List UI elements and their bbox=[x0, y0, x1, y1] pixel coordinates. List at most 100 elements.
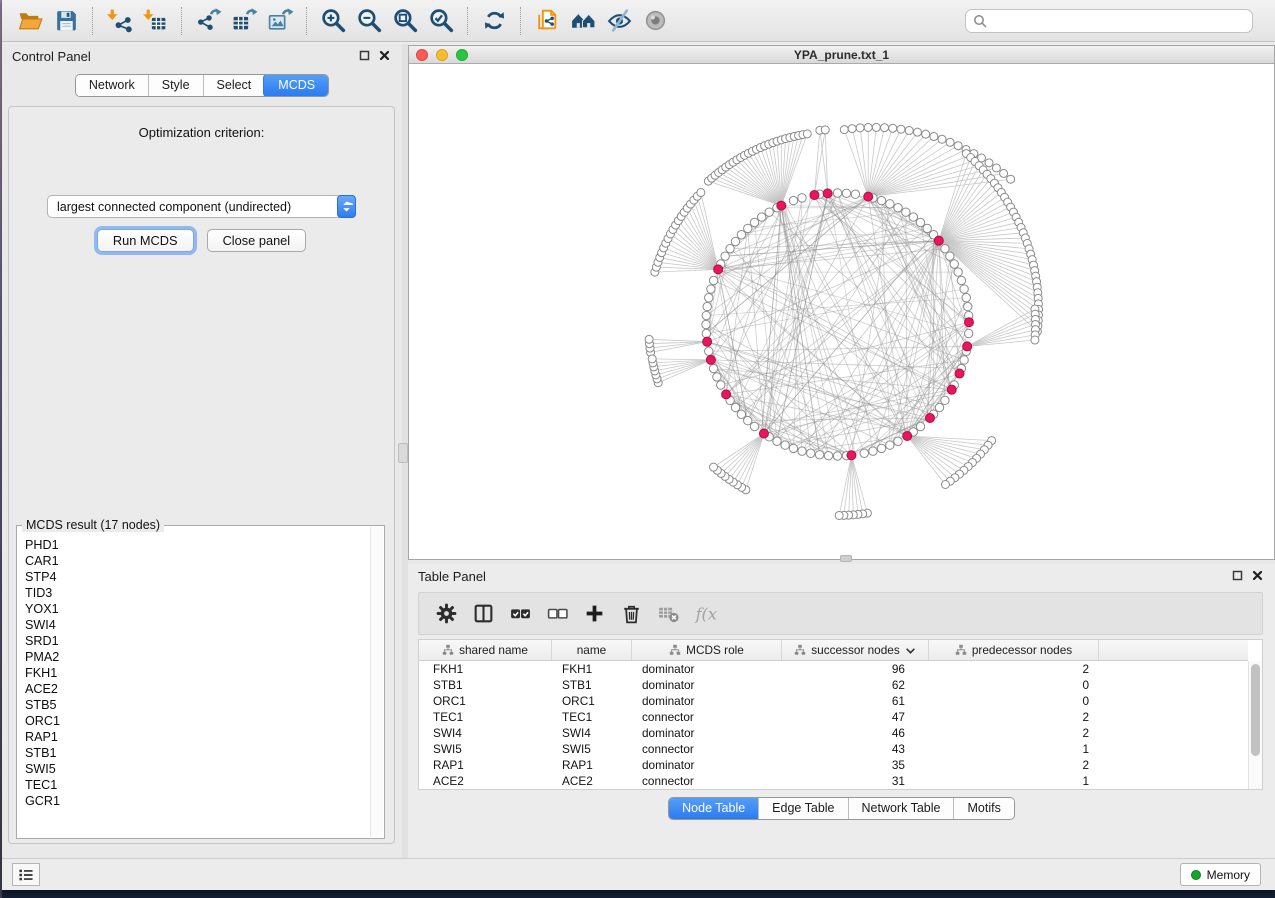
column-header-name[interactable]: name bbox=[552, 640, 632, 660]
delete-columns-button[interactable] bbox=[614, 597, 648, 631]
mcds-result-item[interactable]: STP4 bbox=[25, 569, 369, 585]
column-header-predecessor-nodes[interactable]: predecessor nodes bbox=[929, 640, 1099, 660]
maximize-window-icon[interactable] bbox=[456, 49, 468, 61]
tab-select[interactable]: Select bbox=[203, 75, 265, 96]
open-file-button[interactable] bbox=[14, 5, 46, 37]
search-field[interactable] bbox=[965, 9, 1253, 33]
import-table-from-file-button[interactable] bbox=[139, 5, 171, 37]
mcds-result-item[interactable]: PMA2 bbox=[25, 649, 369, 665]
mcds-list-scrollbar[interactable] bbox=[370, 527, 383, 837]
hide-graphics-details-button[interactable] bbox=[603, 5, 635, 37]
task-history-button[interactable] bbox=[12, 863, 40, 886]
network-window: YPA_prune.txt_1 bbox=[408, 45, 1275, 560]
settings-gear-button[interactable] bbox=[429, 597, 463, 631]
mcds-result-item[interactable]: SRD1 bbox=[25, 633, 369, 649]
table-scrollbar-thumb[interactable] bbox=[1251, 664, 1260, 756]
select-all-rows-button[interactable] bbox=[503, 597, 537, 631]
horizontal-splitter-handle[interactable] bbox=[840, 555, 852, 562]
tab-edge-table[interactable]: Edge Table bbox=[758, 798, 847, 819]
column-header-successor-nodes[interactable]: successor nodes bbox=[782, 640, 929, 660]
mcds-result-item[interactable]: ACE2 bbox=[25, 681, 369, 697]
graph-hub-node[interactable] bbox=[925, 413, 934, 422]
show-columns-button[interactable] bbox=[466, 597, 500, 631]
graph-hub-node[interactable] bbox=[964, 318, 973, 327]
minimize-window-icon[interactable] bbox=[436, 49, 448, 61]
graph-hub-node[interactable] bbox=[706, 355, 715, 364]
zoom-selected-button[interactable] bbox=[425, 5, 457, 37]
graph-hub-node[interactable] bbox=[963, 342, 972, 351]
export-image-button[interactable] bbox=[264, 5, 296, 37]
import-network-from-file-button[interactable] bbox=[103, 5, 135, 37]
mcds-result-item[interactable]: SWI4 bbox=[25, 617, 369, 633]
share-document-button[interactable] bbox=[531, 5, 563, 37]
table-row[interactable]: ACE2ACE2connector311 bbox=[419, 773, 1248, 789]
float-panel-icon[interactable] bbox=[359, 50, 372, 63]
tab-motifs[interactable]: Motifs bbox=[953, 798, 1013, 819]
mcds-result-list[interactable]: PHD1CAR1STP4TID3YOX1SWI4SRD1PMA2FKH1ACE2… bbox=[17, 530, 369, 837]
column-header-MCDS-role[interactable]: MCDS role bbox=[632, 640, 782, 660]
mcds-result-item[interactable]: RAP1 bbox=[25, 729, 369, 745]
export-network-button[interactable] bbox=[192, 5, 224, 37]
zoom-out-button[interactable] bbox=[353, 5, 385, 37]
graph-hub-node[interactable] bbox=[722, 390, 731, 399]
vertical-splitter-handle[interactable] bbox=[398, 443, 408, 463]
refresh-button[interactable] bbox=[478, 5, 510, 37]
mcds-result-item[interactable]: ORC1 bbox=[25, 713, 369, 729]
run-mcds-button[interactable]: Run MCDS bbox=[97, 229, 194, 252]
close-panel-button[interactable]: Close panel bbox=[207, 229, 307, 252]
zoom-fit-button[interactable] bbox=[389, 5, 421, 37]
table-row[interactable]: STB1STB1dominator620 bbox=[419, 677, 1248, 693]
network-window-titlebar[interactable]: YPA_prune.txt_1 bbox=[409, 46, 1274, 64]
table-row[interactable]: RAP1RAP1dominator352 bbox=[419, 757, 1248, 773]
graph-hub-node[interactable] bbox=[810, 191, 819, 200]
mcds-result-item[interactable]: FKH1 bbox=[25, 665, 369, 681]
graph-hub-node[interactable] bbox=[759, 429, 768, 438]
table-row[interactable]: FKH1FKH1dominator962 bbox=[419, 661, 1248, 677]
mcds-result-item[interactable]: SWI5 bbox=[25, 761, 369, 777]
tab-network[interactable]: Network bbox=[76, 75, 148, 96]
show-all-networks-button[interactable] bbox=[567, 5, 599, 37]
table-row[interactable]: SWI5SWI5connector431 bbox=[419, 741, 1248, 757]
graph-hub-node[interactable] bbox=[934, 236, 943, 245]
mcds-result-item[interactable]: YOX1 bbox=[25, 601, 369, 617]
close-panel-icon[interactable] bbox=[379, 50, 392, 63]
mcds-result-item[interactable]: STB1 bbox=[25, 745, 369, 761]
mcds-result-item[interactable]: PHD1 bbox=[25, 537, 369, 553]
mcds-result-item[interactable]: CAR1 bbox=[25, 553, 369, 569]
close-window-icon[interactable] bbox=[416, 49, 428, 61]
search-input[interactable] bbox=[992, 11, 1245, 31]
export-table-button[interactable] bbox=[228, 5, 260, 37]
zoom-in-button[interactable] bbox=[317, 5, 349, 37]
graph-hub-node[interactable] bbox=[847, 451, 856, 460]
tab-style[interactable]: Style bbox=[148, 75, 203, 96]
memory-button[interactable]: Memory bbox=[1180, 863, 1261, 886]
graph-hub-node[interactable] bbox=[903, 432, 912, 441]
deselect-all-rows-button[interactable] bbox=[540, 597, 574, 631]
graph-hub-node[interactable] bbox=[703, 337, 712, 346]
add-column-button[interactable] bbox=[577, 597, 611, 631]
cell-predecessor-nodes: 2 bbox=[929, 709, 1099, 725]
column-header-shared-name[interactable]: shared name bbox=[419, 640, 552, 660]
graph-hub-node[interactable] bbox=[777, 201, 786, 210]
mcds-result-item[interactable]: TEC1 bbox=[25, 777, 369, 793]
table-row[interactable]: TEC1TEC1connector472 bbox=[419, 709, 1248, 725]
tab-network-table[interactable]: Network Table bbox=[848, 798, 954, 819]
save-session-button[interactable] bbox=[50, 5, 82, 37]
graph-hub-node[interactable] bbox=[864, 192, 873, 201]
optimization-criterion-select[interactable]: largest connected component (undirected) bbox=[47, 195, 356, 218]
table-row[interactable]: ORC1ORC1dominator610 bbox=[419, 693, 1248, 709]
graph-hub-node[interactable] bbox=[955, 369, 964, 378]
network-canvas[interactable] bbox=[409, 64, 1274, 559]
graph-hub-node[interactable] bbox=[947, 385, 956, 394]
mcds-result-item[interactable]: GCR1 bbox=[25, 793, 369, 809]
table-scrollbar[interactable] bbox=[1248, 661, 1262, 789]
mcds-result-item[interactable]: STB5 bbox=[25, 697, 369, 713]
tab-mcds[interactable]: MCDS bbox=[263, 74, 329, 97]
graph-hub-node[interactable] bbox=[714, 265, 723, 274]
tab-node-table[interactable]: Node Table bbox=[668, 797, 759, 820]
table-row[interactable]: SWI4SWI4dominator462 bbox=[419, 725, 1248, 741]
graph-hub-node[interactable] bbox=[823, 189, 832, 198]
close-table-panel-icon[interactable] bbox=[1252, 570, 1265, 583]
mcds-result-item[interactable]: TID3 bbox=[25, 585, 369, 601]
float-table-panel-icon[interactable] bbox=[1232, 570, 1245, 583]
